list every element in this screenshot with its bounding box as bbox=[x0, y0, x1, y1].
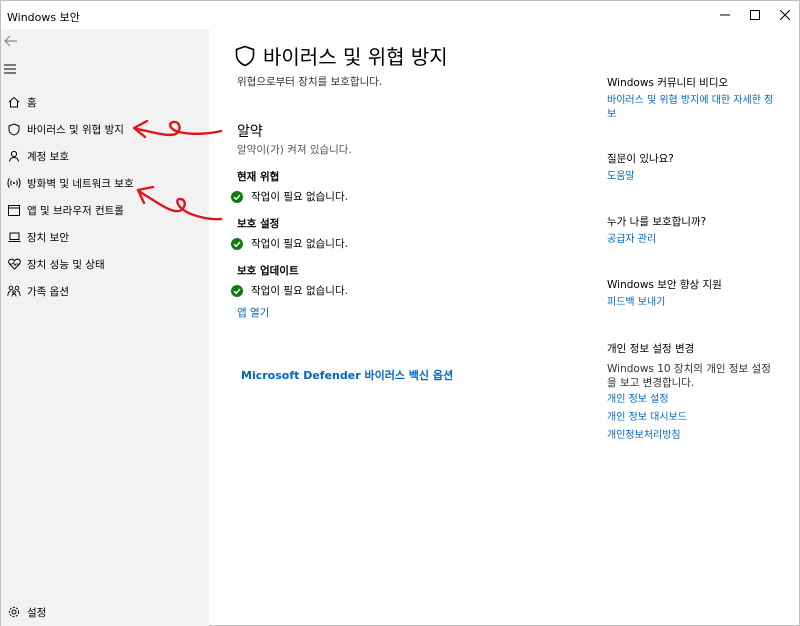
title-bar: Windows 보안 bbox=[1, 1, 799, 29]
wifi-antenna-icon bbox=[1, 172, 27, 194]
provider-status: 알약이(가) 켜져 있습니다. bbox=[237, 144, 352, 156]
community-video-link[interactable]: 바이러스 및 위협 방지에 대한 자세한 정보 bbox=[607, 94, 777, 122]
back-button[interactable] bbox=[1, 29, 41, 53]
sidebar-item-label: 바이러스 및 위협 방지 bbox=[27, 123, 124, 136]
defender-options-link[interactable]: Microsoft Defender 바이러스 백신 옵션 bbox=[241, 367, 453, 383]
sidebar-item-label: 홈 bbox=[27, 96, 37, 109]
protection-settings-heading: 보호 설정 bbox=[237, 218, 280, 230]
close-button[interactable] bbox=[767, 1, 800, 29]
sidebar: 홈 바이러스 및 위협 방지 계정 보호 방화벽 및 네트워크 보호 앱 및 브… bbox=[1, 29, 209, 626]
hamburger-menu-icon bbox=[4, 64, 16, 74]
window-title: Windows 보안 bbox=[7, 11, 80, 24]
sidebar-item-label: 계정 보호 bbox=[27, 150, 69, 163]
back-arrow-icon bbox=[4, 35, 17, 47]
sidebar-item-home[interactable]: 홈 bbox=[1, 91, 209, 113]
sidebar-item-label: 설정 bbox=[27, 606, 47, 619]
sidebar-item-account[interactable]: 계정 보호 bbox=[1, 145, 209, 167]
right-panel: Windows 커뮤니티 비디오 바이러스 및 위협 방지에 대한 자세한 정보… bbox=[589, 29, 799, 626]
page-title-text: 바이러스 및 위협 방지 bbox=[263, 45, 448, 69]
gear-icon bbox=[1, 601, 27, 623]
feedback-link[interactable]: 피드백 보내기 bbox=[607, 296, 777, 310]
status-text: 작업이 필요 없습니다. bbox=[251, 285, 348, 297]
manage-providers-link[interactable]: 공급자 관리 bbox=[607, 233, 777, 247]
sidebar-item-label: 장치 보안 bbox=[27, 231, 69, 244]
sidebar-item-label: 방화벽 및 네트워크 보호 bbox=[27, 177, 134, 190]
current-threats-heading: 현재 위협 bbox=[237, 171, 280, 183]
browser-window-icon bbox=[1, 199, 27, 221]
family-icon bbox=[1, 280, 27, 302]
sidebar-item-family[interactable]: 가족 옵션 bbox=[1, 280, 209, 302]
privacy-settings-link[interactable]: 개인 정보 설정 bbox=[607, 393, 777, 407]
privacy-dashboard-link[interactable]: 개인 정보 대시보드 bbox=[607, 411, 777, 425]
maximize-icon bbox=[750, 10, 760, 20]
protection-settings-status: 작업이 필요 없습니다. bbox=[231, 236, 348, 251]
page-title: 바이러스 및 위협 방지 bbox=[235, 41, 448, 70]
sidebar-item-device-health[interactable]: 장치 성능 및 상태 bbox=[1, 253, 209, 275]
help-link[interactable]: 도움말 bbox=[607, 170, 777, 184]
shield-icon bbox=[235, 45, 255, 66]
green-check-icon bbox=[231, 190, 243, 203]
menu-button[interactable] bbox=[1, 57, 41, 81]
main-content: 바이러스 및 위협 방지 위협으로부터 장치를 보호합니다. 알약 알약이(가)… bbox=[209, 29, 589, 626]
open-app-link[interactable]: 앱 열기 bbox=[237, 305, 269, 320]
sidebar-item-device-security[interactable]: 장치 보안 bbox=[1, 226, 209, 248]
sidebar-item-firewall[interactable]: 방화벽 및 네트워크 보호 bbox=[1, 172, 209, 194]
windows-security-window: Windows 보안 홈 바이러스 및 위협 방지 계정 보호 방화벽 및 네트… bbox=[0, 0, 800, 626]
protection-updates-heading: 보호 업데이트 bbox=[237, 265, 299, 277]
green-check-icon bbox=[231, 237, 243, 250]
heart-pulse-icon bbox=[1, 253, 27, 275]
sidebar-item-label: 장치 성능 및 상태 bbox=[27, 258, 105, 271]
privacy-statement-link[interactable]: 개인정보처리방침 bbox=[607, 429, 777, 443]
privacy-description: Windows 10 장치의 개인 정보 설정을 보고 변경합니다. bbox=[607, 363, 771, 389]
shield-icon bbox=[1, 118, 27, 140]
close-icon bbox=[780, 10, 790, 20]
question-heading: 질문이 있나요? bbox=[607, 153, 674, 165]
green-check-icon bbox=[231, 284, 243, 297]
sidebar-item-label: 앱 및 브라우저 컨트롤 bbox=[27, 204, 124, 217]
home-icon bbox=[1, 91, 27, 113]
protection-updates-status: 작업이 필요 없습니다. bbox=[231, 283, 348, 298]
improve-heading: Windows 보안 향상 지원 bbox=[607, 279, 722, 291]
status-text: 작업이 필요 없습니다. bbox=[251, 191, 348, 203]
laptop-icon bbox=[1, 226, 27, 248]
privacy-heading: 개인 정보 설정 변경 bbox=[607, 343, 695, 355]
sidebar-item-label: 가족 옵션 bbox=[27, 285, 69, 298]
sidebar-item-settings[interactable]: 설정 bbox=[1, 601, 209, 623]
provider-title: 알약 bbox=[237, 124, 263, 140]
sidebar-item-app-browser[interactable]: 앱 및 브라우저 컨트롤 bbox=[1, 199, 209, 221]
protector-heading: 누가 나를 보호합니까? bbox=[607, 216, 707, 228]
person-icon bbox=[1, 145, 27, 167]
current-threats-status: 작업이 필요 없습니다. bbox=[231, 189, 348, 204]
sidebar-item-virus-protection[interactable]: 바이러스 및 위협 방지 bbox=[1, 118, 209, 140]
community-video-heading: Windows 커뮤니티 비디오 bbox=[607, 77, 729, 89]
status-text: 작업이 필요 없습니다. bbox=[251, 238, 348, 250]
minimize-icon bbox=[720, 14, 730, 16]
page-subtitle: 위협으로부터 장치를 보호합니다. bbox=[237, 76, 383, 88]
